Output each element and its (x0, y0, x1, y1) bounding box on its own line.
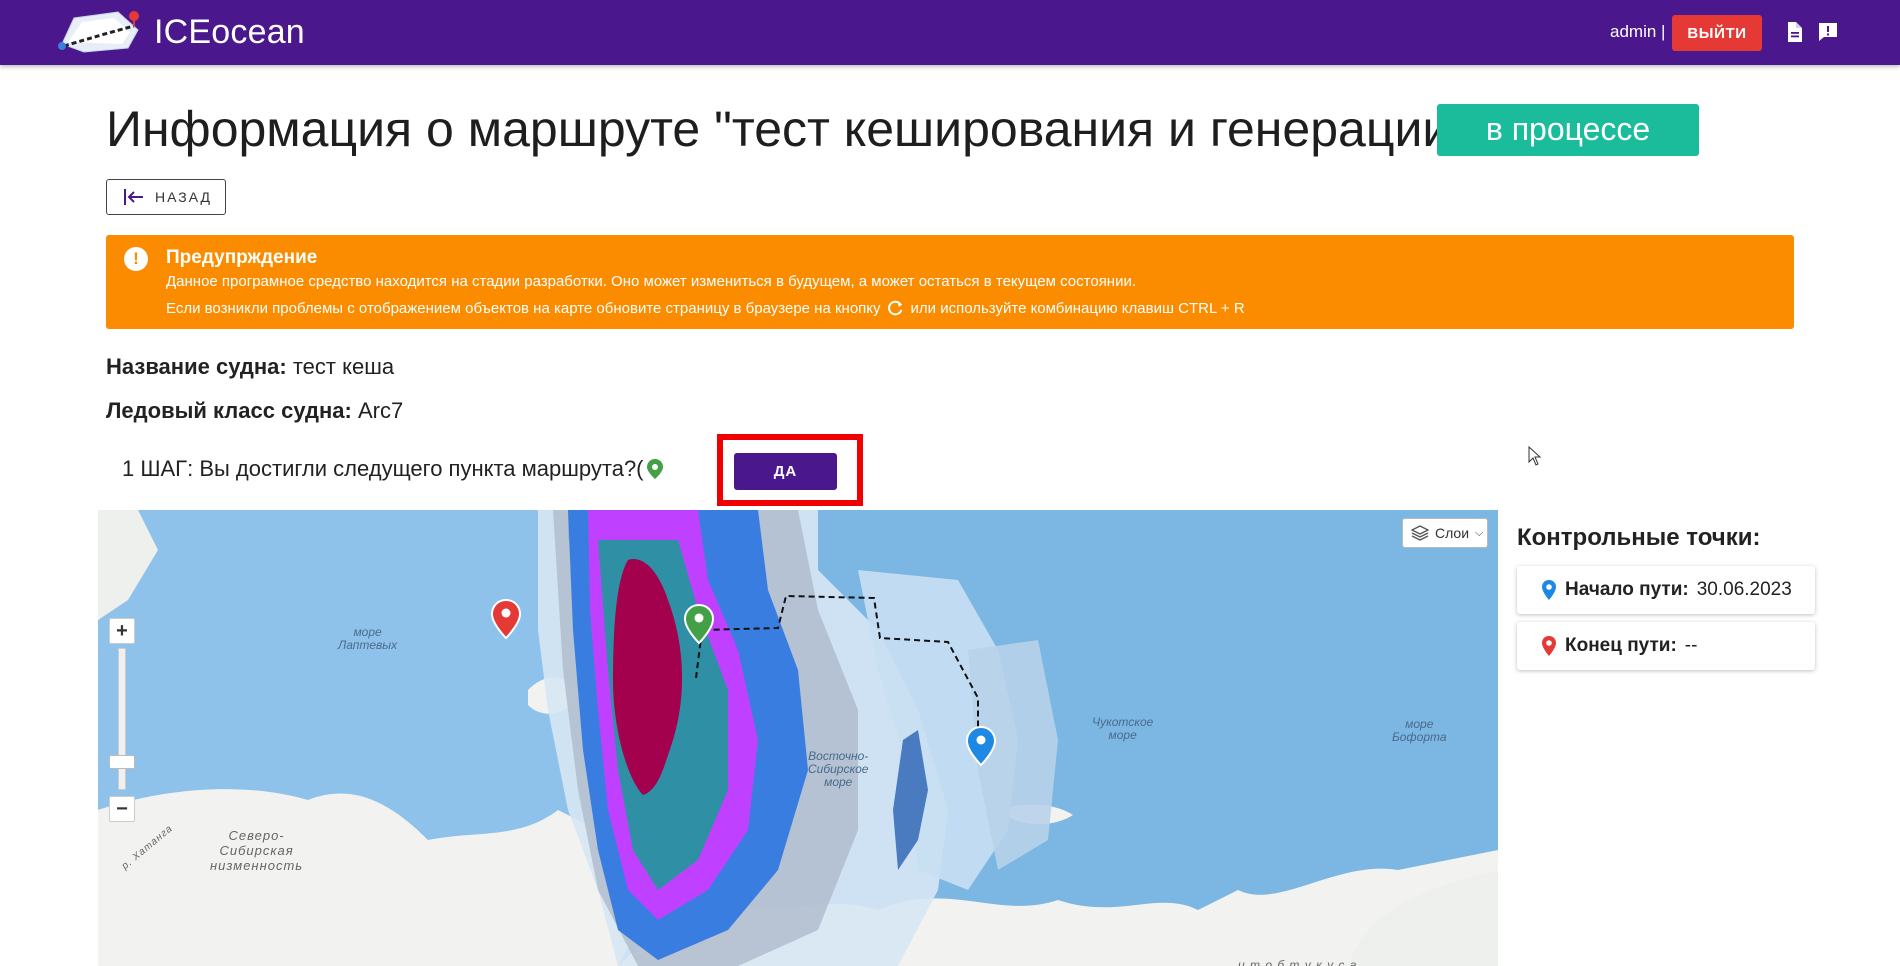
zoom-slider-handle[interactable] (109, 755, 135, 769)
ice-class-label: Ледовый класс судна: (106, 398, 352, 423)
layers-control[interactable]: Слои ⌵ (1402, 518, 1488, 548)
start-label: Начало пути: (1565, 579, 1689, 600)
document-icon[interactable] (1782, 20, 1806, 44)
logout-button[interactable]: выйти (1672, 15, 1762, 51)
end-label: Конец пути: (1565, 635, 1677, 656)
zoom-in-button[interactable]: + (109, 618, 135, 644)
warning-text-1: Данное програмное средство находится на … (166, 273, 1137, 290)
map-canvas[interactable] (98, 510, 1498, 966)
mouse-cursor-icon (1528, 446, 1542, 466)
end-checkpoint-card[interactable]: Конец пути: -- (1517, 622, 1815, 670)
step-question: 1 ШАГ: Вы достигли следущего пункта марш… (122, 456, 664, 482)
warning-text-2b: или используйте комбинацию клавиш CTRL +… (910, 299, 1245, 317)
warning-text-2a: Если возникли проблемы с отображением об… (166, 299, 881, 317)
warning-banner: ! Предупрждение Данное програмное средст… (106, 235, 1794, 329)
route-map[interactable]: море Лаптевых Восточно- Сибирское море Чуко… (98, 510, 1498, 966)
ship-logo-icon[interactable] (54, 4, 144, 60)
start-checkpoint-card[interactable]: Начало пути: 30.06.2023 (1517, 566, 1815, 614)
siberian-lowland-label: Северо- Сибирская низменность (210, 828, 304, 873)
blue-pin-icon (1542, 580, 1556, 600)
beaufort-sea-label: море Бофорта (1392, 717, 1447, 744)
warning-title: Предупрждение (166, 247, 318, 268)
refresh-icon (887, 300, 902, 316)
step-text: 1 ШАГ: Вы достигли следущего пункта марш… (122, 456, 644, 481)
chukchi-sea-label: Чукотское море (1092, 715, 1154, 742)
back-button-label: НАЗАД (155, 189, 213, 205)
map-bottom-label: и т о б т у к у с а (1238, 958, 1358, 966)
laptev-sea-label: море Лаптевых (338, 625, 398, 652)
red-pin-icon (1542, 636, 1556, 656)
feedback-icon[interactable] (1816, 20, 1840, 44)
alert-icon: ! (124, 247, 148, 271)
layers-icon (1411, 525, 1429, 541)
checkpoints-title: Контрольные точки: (1517, 524, 1761, 551)
ice-class-value: Arc7 (357, 398, 404, 423)
confirm-yes-button[interactable]: ДА (734, 453, 837, 490)
status-badge: в процессе (1437, 104, 1699, 156)
back-arrow-icon (124, 189, 143, 205)
vessel-name-value: тест кеша (292, 354, 395, 379)
vessel-name-label: Название судна: (106, 354, 287, 379)
vessel-name-row: Название судна: тест кеша (106, 354, 394, 380)
green-pin-icon (646, 459, 663, 479)
end-value: -- (1684, 635, 1698, 656)
zoom-out-button[interactable]: − (109, 796, 135, 822)
back-button[interactable]: НАЗАД (106, 179, 226, 215)
warning-text-2: Если возникли проблемы с отображением об… (166, 299, 1245, 317)
chevron-down-icon: ⌵ (1475, 526, 1484, 539)
brand-name[interactable]: ICEocean (154, 13, 305, 52)
east-siberian-sea-label: Восточно- Сибирское море (808, 749, 869, 789)
page-title: Информация о маршруте "тест кеширования … (106, 101, 1469, 157)
ice-class-row: Ледовый класс судна: Arc7 (106, 398, 403, 424)
current-user: admin | (1610, 22, 1666, 41)
layers-label: Слои (1435, 525, 1470, 541)
top-navbar: ICEocean admin | выйти (0, 0, 1900, 65)
start-value: 30.06.2023 (1696, 579, 1792, 600)
